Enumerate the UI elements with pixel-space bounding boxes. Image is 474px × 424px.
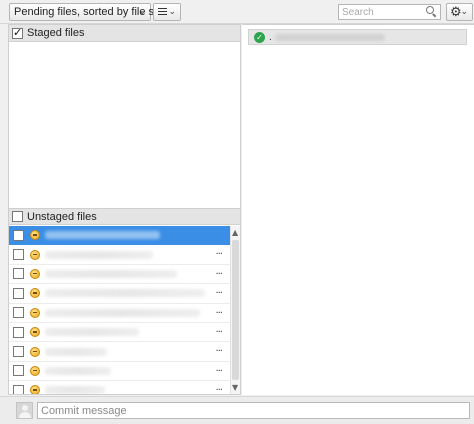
modified-status-icon — [30, 346, 40, 357]
file-name-redacted — [45, 250, 153, 259]
settings-dropdown[interactable]: ⚙ ⌄ — [446, 3, 473, 21]
view-mode-dropdown[interactable]: Pending files, sorted by file status ⌄ — [9, 3, 178, 21]
scroll-thumb[interactable] — [232, 240, 239, 380]
chevron-down-icon: ⌄ — [168, 6, 176, 16]
modified-status-icon — [30, 327, 40, 338]
staged-files-checkbox[interactable] — [12, 26, 23, 39]
file-row[interactable]: ··· — [9, 245, 230, 265]
chevron-down-icon: ⌄ — [138, 6, 146, 16]
diff-panel: ✓ . — [242, 24, 474, 395]
commit-message-input[interactable] — [37, 402, 470, 419]
file-row[interactable]: ··· — [9, 362, 230, 382]
check-circle-icon: ✓ — [254, 31, 265, 43]
modified-status-icon — [30, 385, 40, 394]
staged-files-list — [9, 42, 240, 208]
search-input[interactable] — [339, 5, 423, 19]
file-name-redacted — [45, 308, 200, 317]
list-icon — [158, 8, 167, 16]
file-checkbox[interactable] — [13, 287, 24, 299]
file-name-redacted — [45, 289, 205, 298]
modified-status-icon — [30, 365, 40, 376]
file-name-redacted — [45, 386, 105, 394]
file-checkbox[interactable] — [13, 307, 24, 319]
status-text: . — [269, 31, 272, 43]
modified-status-icon — [30, 307, 40, 318]
staged-files-label: Staged files — [27, 27, 85, 39]
search-field[interactable] — [338, 4, 441, 20]
list-options-dropdown[interactable]: ⌄ — [153, 3, 181, 21]
more-icon[interactable]: ··· — [215, 346, 222, 357]
file-list-scrollbar[interactable]: ▲ ▼ — [230, 226, 240, 394]
file-name-redacted — [45, 231, 160, 240]
unstaged-files-header: Unstaged files — [9, 208, 240, 225]
scroll-up-icon[interactable]: ▲ — [232, 228, 238, 237]
file-checkbox[interactable] — [13, 365, 24, 377]
file-row[interactable]: ··· — [9, 284, 230, 304]
status-text-redacted — [274, 33, 385, 41]
toolbar: Pending files, sorted by file status ⌄ ⌄… — [0, 0, 474, 24]
avatar — [16, 402, 33, 419]
modified-status-icon — [30, 288, 40, 299]
chevron-down-icon: ⌄ — [460, 6, 468, 16]
scroll-down-icon[interactable]: ▼ — [232, 383, 238, 392]
source-control-window: Pending files, sorted by file status ⌄ ⌄… — [0, 0, 474, 424]
file-name-redacted — [45, 328, 139, 337]
commit-bar — [0, 396, 474, 424]
file-name-redacted — [45, 269, 177, 278]
file-row[interactable]: ··· — [9, 381, 230, 394]
unstaged-files-list: ··· ··· ··· ··· ··· ··· ··· ··· — [9, 226, 230, 394]
more-icon[interactable]: ··· — [215, 288, 222, 299]
file-row[interactable] — [9, 226, 230, 246]
more-icon[interactable]: ··· — [215, 366, 222, 377]
file-checkbox[interactable] — [13, 268, 24, 280]
modified-status-icon — [30, 249, 40, 260]
file-row[interactable]: ··· — [9, 342, 230, 362]
file-checkbox[interactable] — [13, 326, 24, 338]
unstaged-files-checkbox[interactable] — [12, 211, 23, 222]
more-icon[interactable]: ··· — [215, 327, 222, 338]
file-checkbox[interactable] — [13, 384, 24, 394]
file-row[interactable]: ··· — [9, 265, 230, 285]
file-checkbox[interactable] — [13, 249, 24, 261]
file-name-redacted — [45, 347, 107, 356]
file-row[interactable]: ··· — [9, 304, 230, 323]
file-status-card: ✓ . — [248, 29, 467, 45]
more-icon[interactable]: ··· — [215, 308, 222, 319]
file-checkbox[interactable] — [13, 229, 24, 241]
staged-files-header: Staged files — [9, 25, 240, 42]
file-row[interactable]: ··· — [9, 323, 230, 343]
more-icon[interactable]: ··· — [215, 269, 222, 280]
unstaged-files-label: Unstaged files — [27, 210, 97, 223]
more-icon[interactable]: ··· — [215, 385, 222, 394]
modified-status-icon — [30, 268, 40, 279]
file-status-panel: Staged files Unstaged files ··· — [8, 24, 241, 395]
file-name-redacted — [45, 366, 111, 375]
more-icon[interactable]: ··· — [215, 249, 222, 260]
search-icon[interactable] — [426, 6, 437, 18]
file-checkbox[interactable] — [13, 346, 24, 358]
modified-status-icon — [30, 230, 40, 241]
